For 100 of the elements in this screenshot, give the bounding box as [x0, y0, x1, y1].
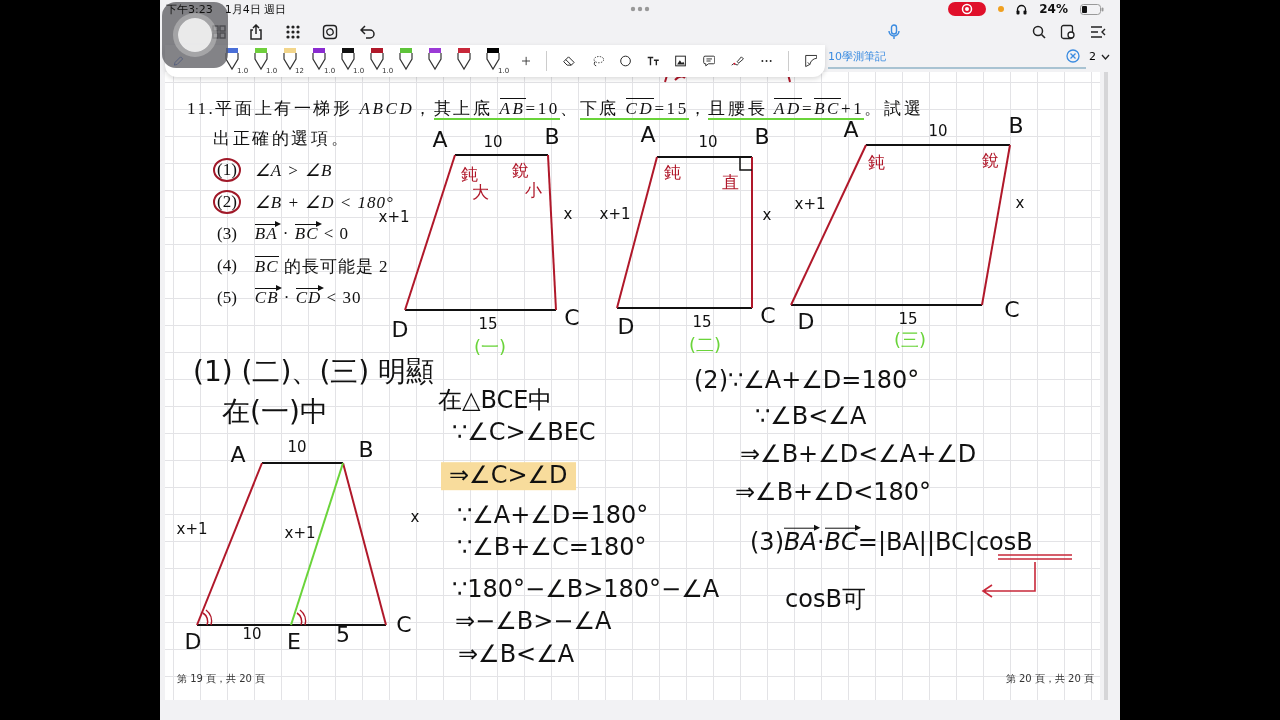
- headphones-icon: [1016, 3, 1028, 15]
- diagram-label: C: [564, 305, 580, 331]
- pen-icon: [398, 47, 415, 71]
- diagram-label: C: [1004, 297, 1020, 323]
- diagram-caption: (三): [894, 329, 926, 351]
- diagram-label: B: [358, 437, 374, 463]
- laser-pointer-icon[interactable]: [731, 53, 745, 69]
- page-footer: 第 19 頁，共 20 頁: [177, 672, 266, 686]
- image-icon[interactable]: [675, 53, 687, 69]
- diagram-label: 15: [692, 314, 712, 332]
- assistive-touch-button[interactable]: [162, 2, 228, 68]
- option-text: ∠A > ∠B: [254, 159, 333, 181]
- share-icon[interactable]: [248, 23, 264, 40]
- option-number: (4): [216, 255, 238, 277]
- diagram-label: 5: [336, 622, 350, 648]
- microphone-icon[interactable]: [888, 23, 900, 40]
- page-curl-icon[interactable]: [804, 52, 817, 70]
- more-icon[interactable]: [760, 59, 772, 63]
- sync-icon[interactable]: [322, 23, 338, 40]
- option-number: (1): [213, 158, 241, 182]
- recording-icon[interactable]: [948, 2, 987, 16]
- handwritten-note: ⇒∠B+∠D<∠A+∠D: [740, 441, 977, 469]
- comment-icon[interactable]: [702, 53, 715, 69]
- option-number: (3): [216, 223, 238, 245]
- diagram-label: x+1: [599, 206, 631, 224]
- diagram-label: x: [410, 509, 420, 527]
- diagram-label: E: [287, 629, 301, 655]
- option-text: BC 的長可能是 2: [254, 254, 389, 278]
- diagram-label: 10: [287, 439, 307, 457]
- diagram-caption: (二): [689, 334, 721, 356]
- battery-icon: [1080, 3, 1104, 15]
- page-selector[interactable]: 2: [1085, 48, 1114, 65]
- diagram-label: A: [230, 442, 246, 468]
- list-icon[interactable]: [1090, 24, 1106, 39]
- pen-icon: [456, 47, 473, 71]
- angle-note: 銳: [981, 150, 999, 170]
- close-icon[interactable]: [1066, 49, 1080, 63]
- handwritten-note: (1) (二)、(三) 明顯: [193, 355, 435, 389]
- option-number: (5): [216, 287, 238, 309]
- diagram-label: B: [544, 124, 560, 150]
- diagram-label: 10: [483, 134, 503, 152]
- handwritten-note: ⇒∠B<∠A: [458, 641, 575, 669]
- handwritten-note: ∵180°−∠B>180°−∠A: [452, 576, 720, 604]
- option-text: ∠B + ∠D < 180°: [254, 191, 394, 212]
- diagram-label: D: [391, 317, 409, 343]
- status-time: 下午3:23: [166, 1, 213, 17]
- diagram-label: C: [760, 303, 776, 329]
- handwritten-note: cosB可: [785, 586, 866, 614]
- diagram-label: x+1: [176, 521, 208, 539]
- diagram-label: x: [563, 206, 573, 224]
- search-icon[interactable]: [1032, 24, 1046, 39]
- option-text: CB · CD < 30: [254, 288, 362, 308]
- diagram-label: x+1: [794, 196, 826, 214]
- dot-icon: [998, 6, 1005, 12]
- diagram-label: 10: [928, 123, 948, 141]
- handwritten-note: (3)BA·BC=|BA||BC|cosB: [750, 527, 1033, 557]
- diagram-label: 10: [242, 626, 262, 644]
- angle-note: 大: [471, 182, 489, 202]
- handwritten-note: ∵∠B<∠A: [755, 403, 867, 431]
- caret-icon: [1101, 53, 1110, 60]
- handwritten-note: ∵∠B+∠C=180°: [457, 534, 647, 562]
- angle-note: 直: [721, 172, 739, 192]
- shape-icon[interactable]: [619, 53, 631, 69]
- option-text: BA · BC < 0: [254, 224, 350, 244]
- handwritten-note: (2)∵∠A+∠D=180°: [694, 367, 920, 395]
- lasso-icon[interactable]: [591, 53, 604, 69]
- handwritten-note: ⇒∠B+∠D<180°: [735, 479, 932, 507]
- handwritten-note: 在(一)中: [222, 395, 328, 429]
- diagram-label: 15: [478, 316, 498, 334]
- angle-note: 鈍: [663, 162, 681, 182]
- eraser-icon[interactable]: [563, 54, 576, 68]
- angle-note: 銳: [511, 160, 529, 180]
- diagram-label: 10: [698, 134, 718, 152]
- pen-icon: [427, 47, 444, 71]
- handwritten-note: 在△BCE中: [438, 387, 553, 415]
- diagram-caption: (一): [474, 336, 506, 358]
- settings-icon[interactable]: [1060, 23, 1076, 40]
- diagram-label: x: [1015, 195, 1025, 213]
- plus-icon[interactable]: [522, 55, 531, 67]
- handwritten-note: ⇒∠C>∠D: [441, 462, 576, 490]
- diagram-label: D: [184, 629, 202, 655]
- diagram-label: C: [396, 612, 412, 638]
- battery-level: 24%: [1039, 2, 1068, 16]
- diagram-label: A: [432, 127, 448, 153]
- handwritten-note: ∵∠A+∠D=180°: [457, 502, 649, 530]
- diagram-label: B: [754, 124, 770, 150]
- handwritten-note: ∵∠C>∠BEC: [452, 419, 596, 447]
- handwritten-note: ⇒−∠B>−∠A: [455, 608, 612, 636]
- option-number: (2): [213, 190, 241, 214]
- diagram-label: D: [797, 309, 815, 335]
- undo-icon[interactable]: [360, 24, 376, 39]
- diagram-label: x: [762, 207, 772, 225]
- text-tool-icon[interactable]: [647, 54, 660, 68]
- diagram-label: x+1: [378, 209, 410, 227]
- diagram-label: B: [1008, 113, 1024, 139]
- apps-icon[interactable]: [286, 24, 300, 39]
- status-date: 1月4日 週日: [224, 1, 287, 17]
- diagram-label: 15: [898, 311, 918, 329]
- angle-note: 鈍: [460, 164, 478, 184]
- angle-note: 小: [524, 180, 542, 200]
